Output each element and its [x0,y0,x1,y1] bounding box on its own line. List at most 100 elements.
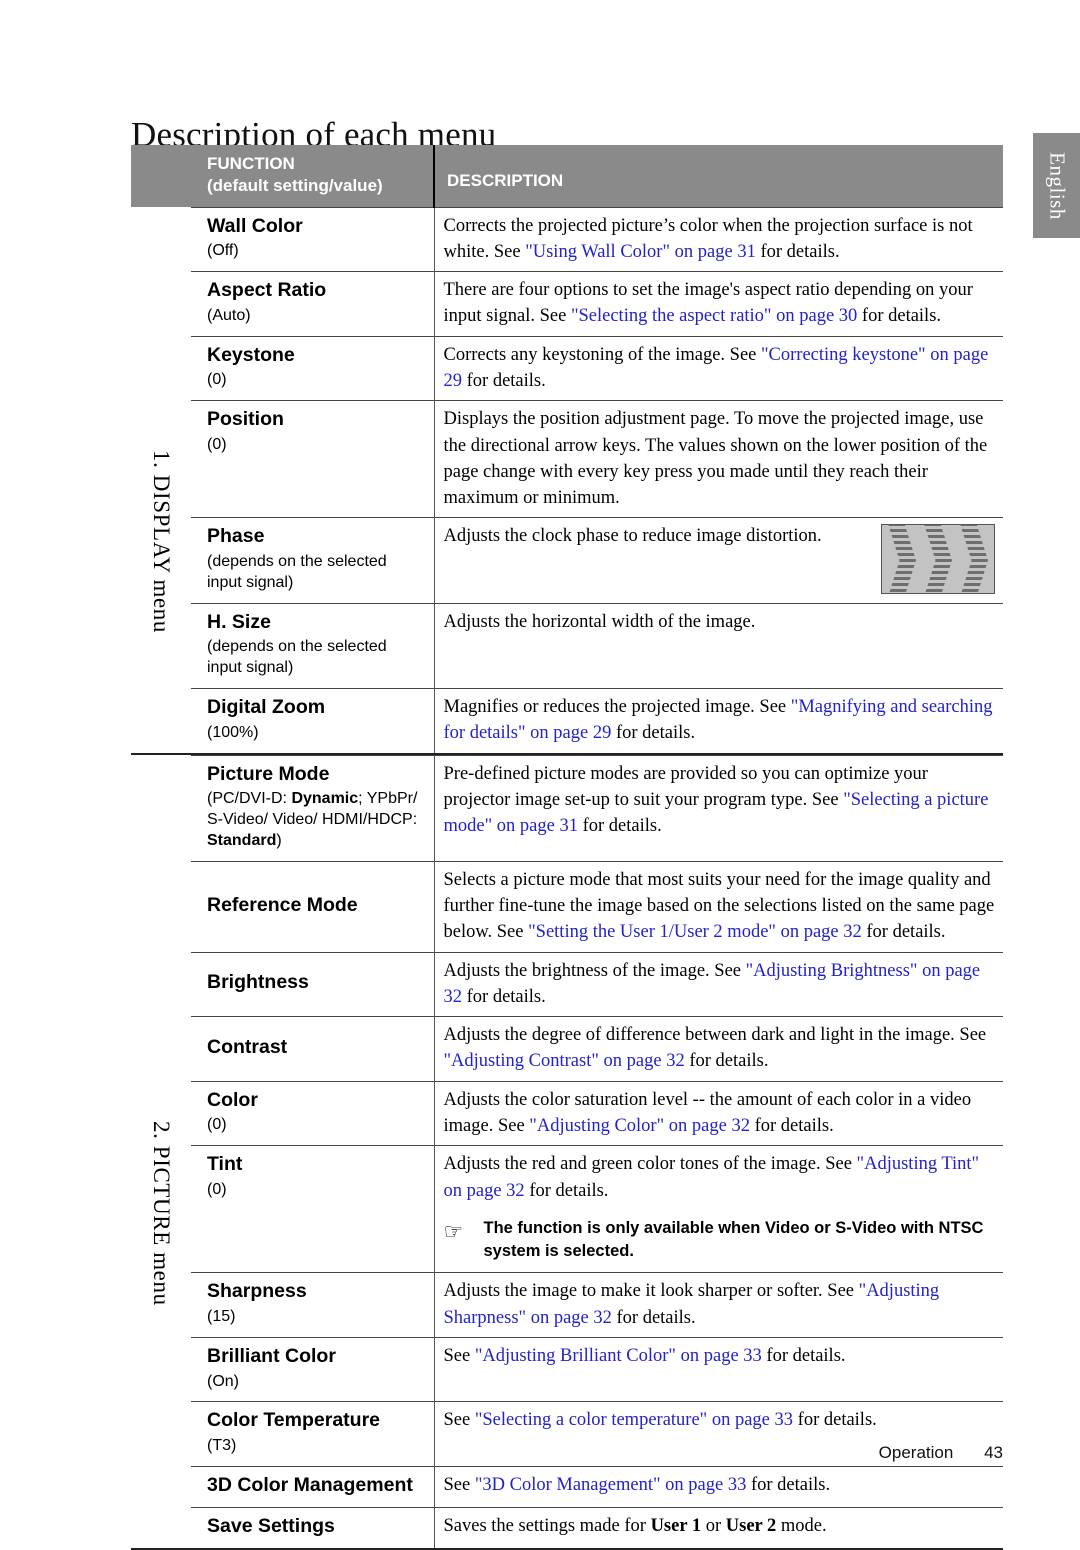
function-name: Sharpness [207,1280,307,1303]
table-row: Brightness Adjusts the brightness of the … [131,951,1003,1017]
function-name: Save Settings [207,1514,335,1537]
description-text: Displays the position adjustment page. T… [443,409,988,509]
function-cell: Digital Zoom (100%) [191,688,435,754]
header-function-label: FUNCTION [207,154,295,173]
function-cell: Sharpness (15) [191,1272,435,1338]
cross-reference-link[interactable]: "Adjusting Color" on page 32 [529,1116,750,1136]
function-cell: Contrast [191,1016,435,1082]
function-name: Brightness [207,971,309,994]
function-default-value: (0) [207,371,227,389]
table-body: 1. DISPLAY menu Wall Color (Off) Corrects t… [131,206,1003,1550]
function-cell: Keystone (0) [191,335,435,401]
table-row: Contrast Adjusts the degree of difference… [131,1016,1003,1082]
description-text: Adjusts the degree of difference between… [443,1025,987,1072]
description-cell: There are four options to set the image'… [434,271,1003,337]
function-cell: Wall Color (Off) [191,206,435,272]
description-text: Adjusts the horizontal width of the imag… [443,611,756,632]
table-row: Aspect Ratio (Auto) There are four options… [131,271,1003,337]
description-text: Corrects the projected picture’s color w… [443,215,973,262]
header-function-sublabel: (default setting/value) [207,175,383,195]
description-text: Adjusts the red and green color tones of… [443,1154,980,1201]
function-name: Picture Mode [207,762,330,785]
menu-section-label: 2. PICTURE menu [149,1121,174,1307]
cross-reference-link[interactable]: "Selecting the aspect ratio" on page 30 [571,306,857,326]
description-cell: Magnifies or reduces the projected image… [434,688,1003,754]
description-cell: Pre-defined picture modes are provided s… [434,754,1003,862]
menu-section-label-cell: 1. DISPLAY menu [131,207,191,754]
header-function-cell: FUNCTION (default setting/value) [191,145,435,207]
function-name: Position [207,408,284,431]
description-cell: Adjusts the horizontal width of the imag… [434,602,1003,689]
description-cell: Corrects the projected picture’s color w… [434,206,1003,272]
cross-reference-link[interactable]: "Correcting keystone" on page 29 [444,345,989,391]
cross-reference-link[interactable]: "Setting the User 1/User 2 mode" on page… [528,922,862,942]
description-cell: Displays the position adjustment page. T… [434,400,1003,518]
function-name: Aspect Ratio [207,279,327,302]
cross-reference-link[interactable]: "Using Wall Color" on page 31 [525,242,756,262]
header-blank-cell [131,145,191,207]
description-text: Adjusts the color saturation level -- th… [443,1089,972,1136]
function-name: Color Temperature [207,1409,381,1432]
function-cell: Save Settings [191,1506,435,1549]
cross-reference-link[interactable]: "Adjusting Sharpness" on page 32 [444,1281,940,1327]
description-text: Magnifies or reduces the projected image… [443,697,993,744]
menu-section-label-cell: 2. PICTURE menu [131,755,191,1548]
note-text: The function is only available when Vide… [483,1218,984,1260]
description-text: Pre-defined picture modes are provided s… [443,763,989,837]
table-row: Phase (depends on the selected input sign… [131,517,1003,604]
cross-reference-link[interactable]: "3D Color Management" on page 33 [475,1475,746,1495]
description-cell: Adjusts the clock phase to reduce image … [434,517,1003,604]
function-default-value: (Off) [207,242,239,260]
footer-page-number: 43 [984,1443,1003,1462]
function-name: Color [207,1088,258,1111]
description-cell: Corrects any keystoning of the image. Se… [434,335,1003,401]
table-bottom-rule [131,1547,1003,1550]
menu-description-table-wrap: FUNCTION (default setting/value) DESCRIP… [131,145,1003,1550]
description-text: See "3D Color Management" on page 33 for… [443,1475,831,1496]
description-cell: Saves the settings made for User 1 or Us… [434,1506,1003,1549]
function-default-value: (Auto) [207,306,251,324]
table-row: Digital Zoom (100%) Magnifies or reduces t… [131,688,1003,754]
table-row: Save Settings Saves the settings made for… [131,1506,1003,1549]
cross-reference-link[interactable]: "Adjusting Contrast" on page 32 [444,1051,685,1071]
function-default-value: (PC/DVI-D: Dynamic; YPbPr/ S-Video/ Vide… [207,790,418,849]
table-row: Sharpness (15) Adjusts the image to make i… [131,1272,1003,1338]
description-cell: Adjusts the degree of difference between… [434,1016,1003,1082]
function-cell: Picture Mode (PC/DVI-D: Dynamic; YPbPr/ S… [191,754,435,862]
cross-reference-link[interactable]: "Selecting a picture mode" on page 31 [444,790,989,836]
cross-reference-link[interactable]: "Adjusting Brightness" on page 32 [444,961,981,1007]
table-row: Keystone (0) Corrects any keystoning of th… [131,335,1003,401]
description-text: There are four options to set the image'… [443,280,973,327]
language-tab: English [1033,133,1080,238]
cross-reference-link[interactable]: "Magnifying and searching for details" o… [444,697,993,743]
note-block: ☞ The function is only available when Vid… [444,1217,998,1263]
description-cell: Adjusts the image to make it look sharpe… [434,1272,1003,1338]
cross-reference-link[interactable]: "Selecting a color temperature" on page … [475,1410,793,1430]
table-row: Tint (0) Adjusts the red and green color t… [131,1145,1003,1273]
cross-reference-link[interactable]: "Adjusting Tint" on page 32 [444,1154,980,1200]
table-row: 3D Color Management See "3D Color Managem… [131,1466,1003,1508]
cross-reference-link[interactable]: "Adjusting Brilliant Color" on page 33 [475,1346,762,1366]
table-bottom-line [131,1547,1003,1550]
function-default-value: (depends on the selected input signal) [207,553,387,591]
language-tab-label: English [1045,151,1069,220]
table-header-row: FUNCTION (default setting/value) DESCRIP… [131,145,1003,207]
table-row: Brilliant Color (On) See "Adjusting Brilli… [131,1336,1003,1402]
description-cell: Adjusts the color saturation level -- th… [434,1080,1003,1146]
description-cell: See "Adjusting Brilliant Color" on page … [434,1336,1003,1402]
function-default-value: (0) [207,436,227,454]
function-default-value: (depends on the selected input signal) [207,638,387,677]
function-cell: Position (0) [191,400,435,518]
function-name: Reference Mode [207,893,358,916]
table-row: 2. PICTURE menu Picture Mode (PC/DVI-D: Dy… [131,754,1003,1306]
function-cell: Phase (depends on the selected input sign… [191,517,435,604]
function-default-value: (0) [207,1181,227,1199]
function-cell: 3D Color Management [191,1466,435,1508]
table-row: H. Size (depends on the selected input si… [131,602,1003,689]
function-cell: Tint (0) [191,1145,435,1273]
function-name: H. Size [207,610,271,633]
function-name: Digital Zoom [207,696,326,719]
description-text: Corrects any keystoning of the image. Se… [443,344,989,391]
function-default-value: (0) [207,1116,227,1134]
footer-section-label: Operation [878,1443,954,1462]
